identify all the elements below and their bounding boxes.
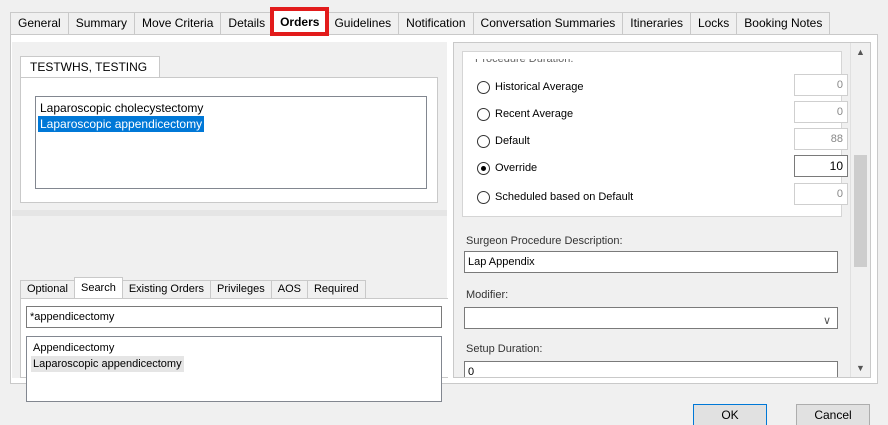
tab-orders[interactable]: Orders: [270, 7, 330, 36]
radio-historical-average[interactable]: [477, 80, 490, 94]
ok-button[interactable]: OK: [693, 404, 767, 425]
result-item-laparoscopic-appendicectomy[interactable]: Laparoscopic appendicectomy: [31, 356, 184, 372]
search-input[interactable]: *appendicectomy: [26, 306, 442, 328]
tab-details[interactable]: Details: [220, 12, 274, 34]
default-value: 88: [794, 128, 848, 150]
subtab-aos[interactable]: AOS: [270, 280, 308, 298]
recent-average-value: 0: [794, 101, 848, 123]
left-pane: TESTWHS, TESTING Laparoscopic cholecyste…: [12, 42, 448, 402]
search-section: Optional Search Existing Orders Privileg…: [12, 216, 448, 402]
scroll-down-icon[interactable]: ▼: [851, 359, 870, 377]
scroll-up-icon[interactable]: ▲: [851, 43, 870, 61]
option-historical-average[interactable]: Historical Average: [477, 78, 583, 96]
tab-locks[interactable]: Locks: [689, 12, 738, 34]
procedure-item-appendicectomy[interactable]: Laparoscopic appendicectomy: [38, 116, 205, 132]
surgeon-description-input[interactable]: Lap Appendix: [464, 251, 838, 273]
label-recent-average: Recent Average: [495, 108, 574, 120]
option-override[interactable]: Override: [477, 159, 537, 177]
search-results-list[interactable]: Appendicectomy Laparoscopic appendicecto…: [26, 336, 442, 402]
radio-override[interactable]: [477, 161, 490, 175]
tab-guidelines[interactable]: Guidelines: [326, 12, 400, 34]
tab-general[interactable]: General: [10, 12, 69, 34]
search-subtab-strip: Optional Search Existing Orders Privileg…: [20, 276, 366, 298]
subtab-search[interactable]: Search: [73, 277, 123, 298]
label-default: Default: [495, 135, 530, 147]
right-pane: Procedure Duration: Historical Average 0…: [453, 42, 871, 378]
tab-notification[interactable]: Notification: [398, 12, 474, 34]
option-default[interactable]: Default: [477, 132, 530, 150]
tab-move-criteria[interactable]: Move Criteria: [134, 12, 222, 34]
option-recent-average[interactable]: Recent Average: [477, 105, 573, 123]
tab-conversation-summaries[interactable]: Conversation Summaries: [472, 12, 624, 34]
chevron-down-icon[interactable]: ∨: [823, 311, 831, 331]
subtab-required[interactable]: Required: [306, 280, 366, 298]
procedure-duration-caption: Procedure Duration:: [475, 54, 574, 64]
procedure-duration-group: Procedure Duration: Historical Average 0…: [462, 51, 848, 217]
setup-duration-input[interactable]: 0: [464, 361, 838, 377]
tab-booking-notes[interactable]: Booking Notes: [736, 12, 831, 34]
procedure-details-scroll: Procedure Duration: Historical Average 0…: [454, 43, 850, 377]
option-scheduled-default[interactable]: Scheduled based on Default: [477, 188, 633, 206]
scheduled-default-value: 0: [794, 183, 848, 205]
subtab-existing-orders[interactable]: Existing Orders: [121, 280, 212, 298]
tab-itineraries[interactable]: Itineraries: [622, 12, 691, 34]
subtab-privileges[interactable]: Privileges: [210, 280, 272, 298]
label-historical-average: Historical Average: [495, 81, 584, 93]
patient-procedures-section: TESTWHS, TESTING Laparoscopic cholecyste…: [12, 42, 447, 210]
result-item-appendicectomy[interactable]: Appendicectomy: [31, 340, 116, 356]
modifier-label: Modifier:: [466, 289, 509, 301]
scroll-thumb[interactable]: [854, 155, 867, 267]
override-duration-input[interactable]: 10: [794, 155, 848, 177]
subtab-optional[interactable]: Optional: [20, 280, 75, 298]
radio-recent-average[interactable]: [477, 107, 490, 121]
historical-average-value: 0: [794, 74, 848, 96]
cancel-button[interactable]: Cancel: [796, 404, 870, 425]
top-tab-strip: General Summary Move Criteria Details Or…: [10, 7, 831, 36]
label-scheduled-default: Scheduled based on Default: [495, 191, 634, 203]
patient-tab-body: Laparoscopic cholecystectomy Laparoscopi…: [20, 77, 438, 203]
modifier-select[interactable]: ∨: [464, 307, 838, 329]
setup-duration-label: Setup Duration:: [466, 343, 543, 355]
procedure-list[interactable]: Laparoscopic cholecystectomy Laparoscopi…: [35, 96, 427, 189]
radio-scheduled-default[interactable]: [477, 190, 490, 204]
surgeon-description-label: Surgeon Procedure Description:: [466, 235, 623, 247]
procedure-item-cholecystectomy[interactable]: Laparoscopic cholecystectomy: [38, 100, 205, 116]
right-pane-scrollbar[interactable]: ▲ ▼: [850, 43, 870, 377]
label-override: Override: [495, 162, 538, 174]
tab-summary[interactable]: Summary: [67, 12, 136, 34]
radio-default[interactable]: [477, 134, 490, 148]
patient-tab[interactable]: TESTWHS, TESTING: [20, 56, 160, 78]
